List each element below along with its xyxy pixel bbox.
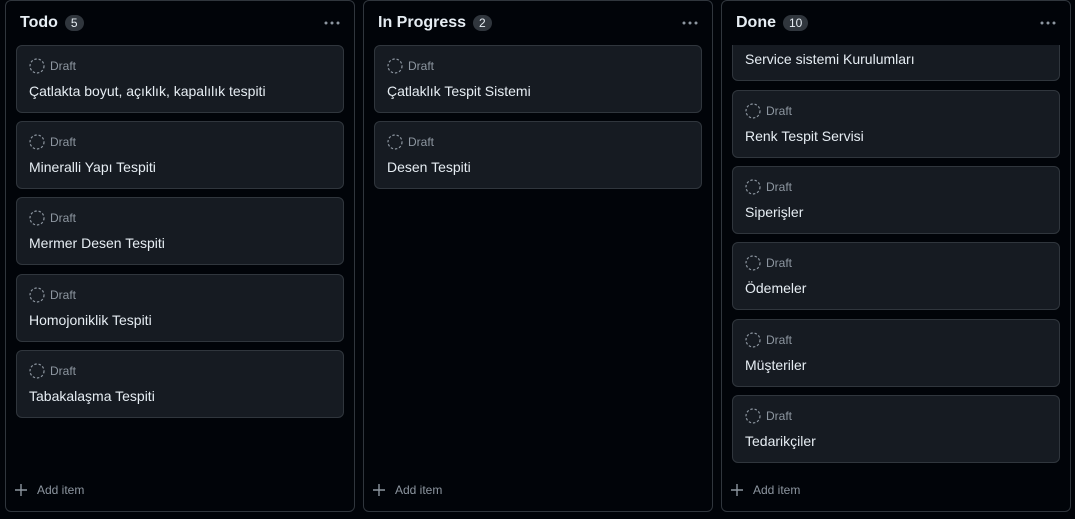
card-status: Draft (745, 408, 792, 424)
plus-icon (373, 484, 385, 496)
card-list-scroll-area[interactable]: Service sistemi Kurulumları Draft Renk T… (722, 45, 1070, 467)
card-status: Draft (29, 58, 76, 74)
add-item-label: Add item (395, 483, 443, 497)
card-item[interactable]: Draft Homojoniklik Tespiti (16, 274, 344, 342)
card-item[interactable]: Draft Çatlaklık Tespit Sistemi (374, 45, 702, 113)
draft-icon (29, 210, 45, 226)
card-item[interactable]: Draft Mineralli Yapı Tespiti (16, 121, 344, 189)
card-item[interactable]: Draft Tabakalaşma Tespiti (16, 350, 344, 418)
add-item-button[interactable]: Add item (730, 483, 800, 497)
card-title[interactable]: Ödemeler (745, 280, 806, 296)
card-title[interactable]: Tabakalaşma Tespiti (29, 388, 155, 404)
card-title[interactable]: Homojoniklik Tespiti (29, 312, 152, 328)
draft-icon (745, 408, 761, 424)
column-title: Done (736, 14, 776, 31)
item-count-badge: 5 (64, 15, 84, 31)
draft-icon (29, 134, 45, 150)
card-item[interactable]: Service sistemi Kurulumları (732, 45, 1060, 81)
draft-icon (387, 134, 403, 150)
status-label: Draft (408, 135, 435, 149)
card-status: Draft (29, 363, 76, 379)
card-item[interactable]: Draft Desen Tespiti (374, 121, 702, 189)
item-count-badge: 10 (783, 15, 809, 31)
add-item-button[interactable]: Add item (14, 483, 84, 497)
column-in-progress: In Progress 2 Draft Çatlaklık Tespit Sis… (363, 0, 713, 512)
plus-icon (15, 484, 27, 496)
card-status: Draft (745, 255, 792, 271)
add-item-label: Add item (37, 483, 85, 497)
card-title[interactable]: Desen Tespiti (387, 159, 471, 175)
draft-icon (745, 103, 761, 119)
status-label: Draft (408, 59, 435, 73)
add-item-button[interactable]: Add item (372, 483, 442, 497)
draft-icon (745, 255, 761, 271)
status-label: Draft (50, 364, 77, 378)
card-title[interactable]: Çatlaklık Tespit Sistemi (387, 83, 531, 99)
card-status: Draft (745, 179, 792, 195)
card-item[interactable]: Draft Renk Tespit Servisi (732, 90, 1060, 158)
card-item[interactable]: Draft Ödemeler (732, 242, 1060, 310)
draft-icon (29, 58, 45, 74)
draft-icon (29, 363, 45, 379)
kebab-horizontal-icon (682, 21, 698, 25)
draft-icon (387, 58, 403, 74)
plus-icon (731, 484, 743, 496)
status-label: Draft (766, 180, 793, 194)
card-title[interactable]: Siperişler (745, 204, 803, 220)
card-title[interactable]: Tedarikçiler (745, 433, 816, 449)
card-status: Draft (745, 332, 792, 348)
status-label: Draft (766, 104, 793, 118)
status-label: Draft (766, 409, 793, 423)
draft-icon (29, 287, 45, 303)
card-status: Draft (29, 287, 76, 303)
column-done: Done 10 Service sistemi Kurulumları Draf… (721, 0, 1071, 512)
status-label: Draft (766, 256, 793, 270)
card-title[interactable]: Çatlakta boyut, açıklık, kapalılık tespi… (29, 83, 266, 99)
card-status: Draft (387, 58, 434, 74)
draft-icon (745, 332, 761, 348)
column-options-button[interactable] (678, 13, 702, 33)
card-item[interactable]: Draft Siperişler (732, 166, 1060, 234)
card-item[interactable]: Draft Mermer Desen Tespiti (16, 197, 344, 265)
card-title[interactable]: Müşteriler (745, 357, 806, 373)
card-item[interactable]: Draft Tedarikçiler (732, 395, 1060, 463)
column-header: Done 10 (722, 1, 1070, 45)
card-status: Draft (387, 134, 434, 150)
card-status: Draft (745, 103, 792, 119)
column-todo: Todo 5 Draft Çatlakta boyut, açıklık, ka… (5, 0, 355, 512)
column-header: Todo 5 (6, 1, 354, 45)
status-label: Draft (50, 288, 77, 302)
column-options-button[interactable] (1036, 13, 1060, 33)
add-item-label: Add item (753, 483, 801, 497)
card-item[interactable]: Draft Çatlakta boyut, açıklık, kapalılık… (16, 45, 344, 113)
status-label: Draft (50, 211, 77, 225)
column-options-button[interactable] (320, 13, 344, 33)
kebab-horizontal-icon (1040, 21, 1056, 25)
card-title[interactable]: Mermer Desen Tespiti (29, 235, 165, 251)
draft-icon (745, 179, 761, 195)
card-title[interactable]: Service sistemi Kurulumları (745, 51, 915, 67)
column-title: Todo (20, 14, 58, 31)
column-header: In Progress 2 (364, 1, 712, 45)
status-label: Draft (766, 333, 793, 347)
card-status: Draft (29, 134, 76, 150)
status-label: Draft (50, 59, 77, 73)
kebab-horizontal-icon (324, 21, 340, 25)
item-count-badge: 2 (473, 15, 492, 31)
column-title: In Progress (378, 14, 467, 31)
card-title[interactable]: Mineralli Yapı Tespiti (29, 159, 156, 175)
card-status: Draft (29, 210, 76, 226)
status-label: Draft (50, 135, 77, 149)
card-title[interactable]: Renk Tespit Servisi (745, 128, 864, 144)
card-item[interactable]: Draft Müşteriler (732, 319, 1060, 387)
